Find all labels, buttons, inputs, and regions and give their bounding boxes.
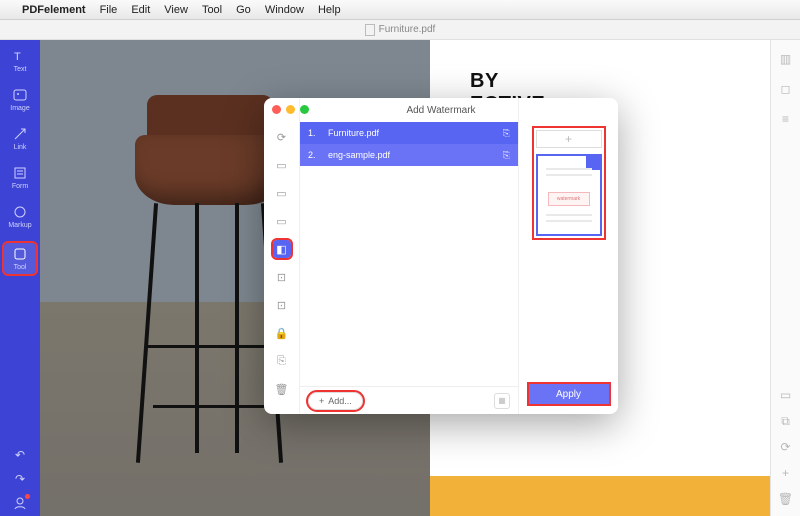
form-icon bbox=[12, 165, 28, 181]
image-icon bbox=[12, 87, 28, 103]
delete-page-icon[interactable]: 🗑 bbox=[779, 492, 793, 506]
file-row-name: Furniture.pdf bbox=[328, 128, 493, 138]
page-tool-b-icon[interactable]: ▭ bbox=[273, 184, 291, 202]
file-list-row[interactable]: 2. eng-sample.pdf ⎘ bbox=[300, 144, 518, 166]
crop-tool-b-icon[interactable]: ⊡ bbox=[273, 296, 291, 314]
user-button[interactable] bbox=[13, 496, 27, 510]
file-row-number: 1. bbox=[308, 128, 318, 138]
menu-go[interactable]: Go bbox=[236, 4, 251, 16]
crop-tool-a-icon[interactable]: ⊡ bbox=[273, 268, 291, 286]
lock-tool-icon[interactable]: 🔒 bbox=[273, 324, 291, 342]
add-file-button[interactable]: + Add... bbox=[308, 392, 363, 410]
app-window: T Text Image Link Form Markup Tool ↶ ↷ bbox=[0, 40, 800, 516]
watermark-tool-icon[interactable]: ◧ bbox=[273, 240, 291, 258]
replace-tool-icon[interactable]: ⎘ bbox=[273, 352, 291, 370]
add-file-label: Add... bbox=[328, 396, 352, 406]
toolbar-link[interactable]: Link bbox=[4, 126, 36, 151]
add-watermark-dialog: Add Watermark ⟳ ▭ ▭ ▭ ◧ ⊡ ⊡ 🔒 ⎘ 🗑 1. Fur… bbox=[264, 98, 618, 414]
undo-button[interactable]: ↶ bbox=[15, 448, 25, 462]
tool-icon bbox=[12, 246, 28, 262]
redo-button[interactable]: ↷ bbox=[15, 472, 25, 486]
rotate-page-icon[interactable]: ⟳ bbox=[779, 440, 793, 454]
toolbar-link-label: Link bbox=[14, 144, 27, 151]
grid-view-icon[interactable]: ▦ bbox=[494, 393, 510, 409]
dialog-sidebar: ⟳ ▭ ▭ ▭ ◧ ⊡ ⊡ 🔒 ⎘ 🗑 bbox=[264, 98, 300, 414]
page-tool-a-icon[interactable]: ▭ bbox=[273, 156, 291, 174]
toolbar-text-label: Text bbox=[14, 66, 27, 73]
watermark-label: watermark bbox=[548, 192, 590, 206]
watermark-preview-thumb[interactable]: watermark bbox=[536, 154, 602, 236]
page-heading-line1: BY bbox=[470, 70, 750, 93]
page-tool-c-icon[interactable]: ▭ bbox=[273, 212, 291, 230]
delete-tool-icon[interactable]: 🗑 bbox=[273, 380, 291, 398]
window-titlebar: Furniture.pdf bbox=[0, 20, 800, 40]
document-icon bbox=[365, 24, 375, 36]
left-toolbar: T Text Image Link Form Markup Tool ↶ ↷ bbox=[0, 40, 40, 516]
file-row-name: eng-sample.pdf bbox=[328, 150, 493, 160]
toolbar-markup[interactable]: Markup bbox=[4, 204, 36, 229]
menubar-app-name[interactable]: PDFelement bbox=[22, 4, 86, 16]
menu-file[interactable]: File bbox=[100, 4, 118, 16]
file-row-number: 2. bbox=[308, 150, 318, 160]
menu-tool[interactable]: Tool bbox=[202, 4, 222, 16]
toolbar-image[interactable]: Image bbox=[4, 87, 36, 112]
toolbar-form-label: Form bbox=[12, 183, 28, 190]
dialog-footer: + Add... ▦ bbox=[300, 386, 518, 414]
menu-help[interactable]: Help bbox=[318, 4, 341, 16]
list-icon[interactable]: ≡ bbox=[779, 112, 793, 126]
page-footer-band bbox=[430, 476, 770, 516]
dialog-preview-column: + watermark Apply bbox=[518, 98, 618, 414]
toolbar-markup-label: Markup bbox=[8, 222, 31, 229]
window-title: Furniture.pdf bbox=[379, 24, 436, 35]
toolbar-form[interactable]: Form bbox=[4, 165, 36, 190]
toolbar-tool-label: Tool bbox=[14, 264, 27, 271]
dialog-file-list: 1. Furniture.pdf ⎘ 2. eng-sample.pdf ⎘ +… bbox=[300, 98, 518, 414]
duplicate-icon[interactable]: ⧉ bbox=[779, 414, 793, 428]
toolbar-tool[interactable]: Tool bbox=[4, 243, 36, 274]
rotate-tool-icon[interactable]: ⟳ bbox=[273, 128, 291, 146]
text-icon: T bbox=[12, 48, 28, 64]
menu-edit[interactable]: Edit bbox=[131, 4, 150, 16]
page-tool-icon[interactable]: ▭ bbox=[779, 388, 793, 402]
bookmark-icon[interactable]: ◻ bbox=[779, 82, 793, 96]
copy-icon[interactable]: ⎘ bbox=[503, 128, 510, 139]
add-watermark-thumb-button[interactable]: + bbox=[536, 130, 602, 148]
toolbar-text[interactable]: T Text bbox=[4, 48, 36, 73]
toolbar-image-label: Image bbox=[10, 105, 29, 112]
mac-menubar: PDFelement File Edit View Tool Go Window… bbox=[0, 0, 800, 20]
copy-icon[interactable]: ⎘ bbox=[503, 150, 510, 161]
file-list-row[interactable]: 1. Furniture.pdf ⎘ bbox=[300, 122, 518, 144]
right-toolbar: ▥ ◻ ≡ ▭ ⧉ ⟳ + 🗑 bbox=[770, 40, 800, 516]
thumbnails-icon[interactable]: ▥ bbox=[779, 52, 793, 66]
menu-window[interactable]: Window bbox=[265, 4, 304, 16]
notification-badge bbox=[25, 494, 30, 499]
svg-text:T: T bbox=[14, 51, 21, 63]
link-icon bbox=[12, 126, 28, 142]
add-page-icon[interactable]: + bbox=[779, 466, 793, 480]
menu-view[interactable]: View bbox=[164, 4, 188, 16]
plus-icon: + bbox=[319, 396, 324, 406]
markup-icon bbox=[12, 204, 28, 220]
document-canvas[interactable]: BY ECTIVE. t local creatives of culture,… bbox=[40, 40, 770, 516]
apply-button[interactable]: Apply bbox=[529, 384, 609, 404]
